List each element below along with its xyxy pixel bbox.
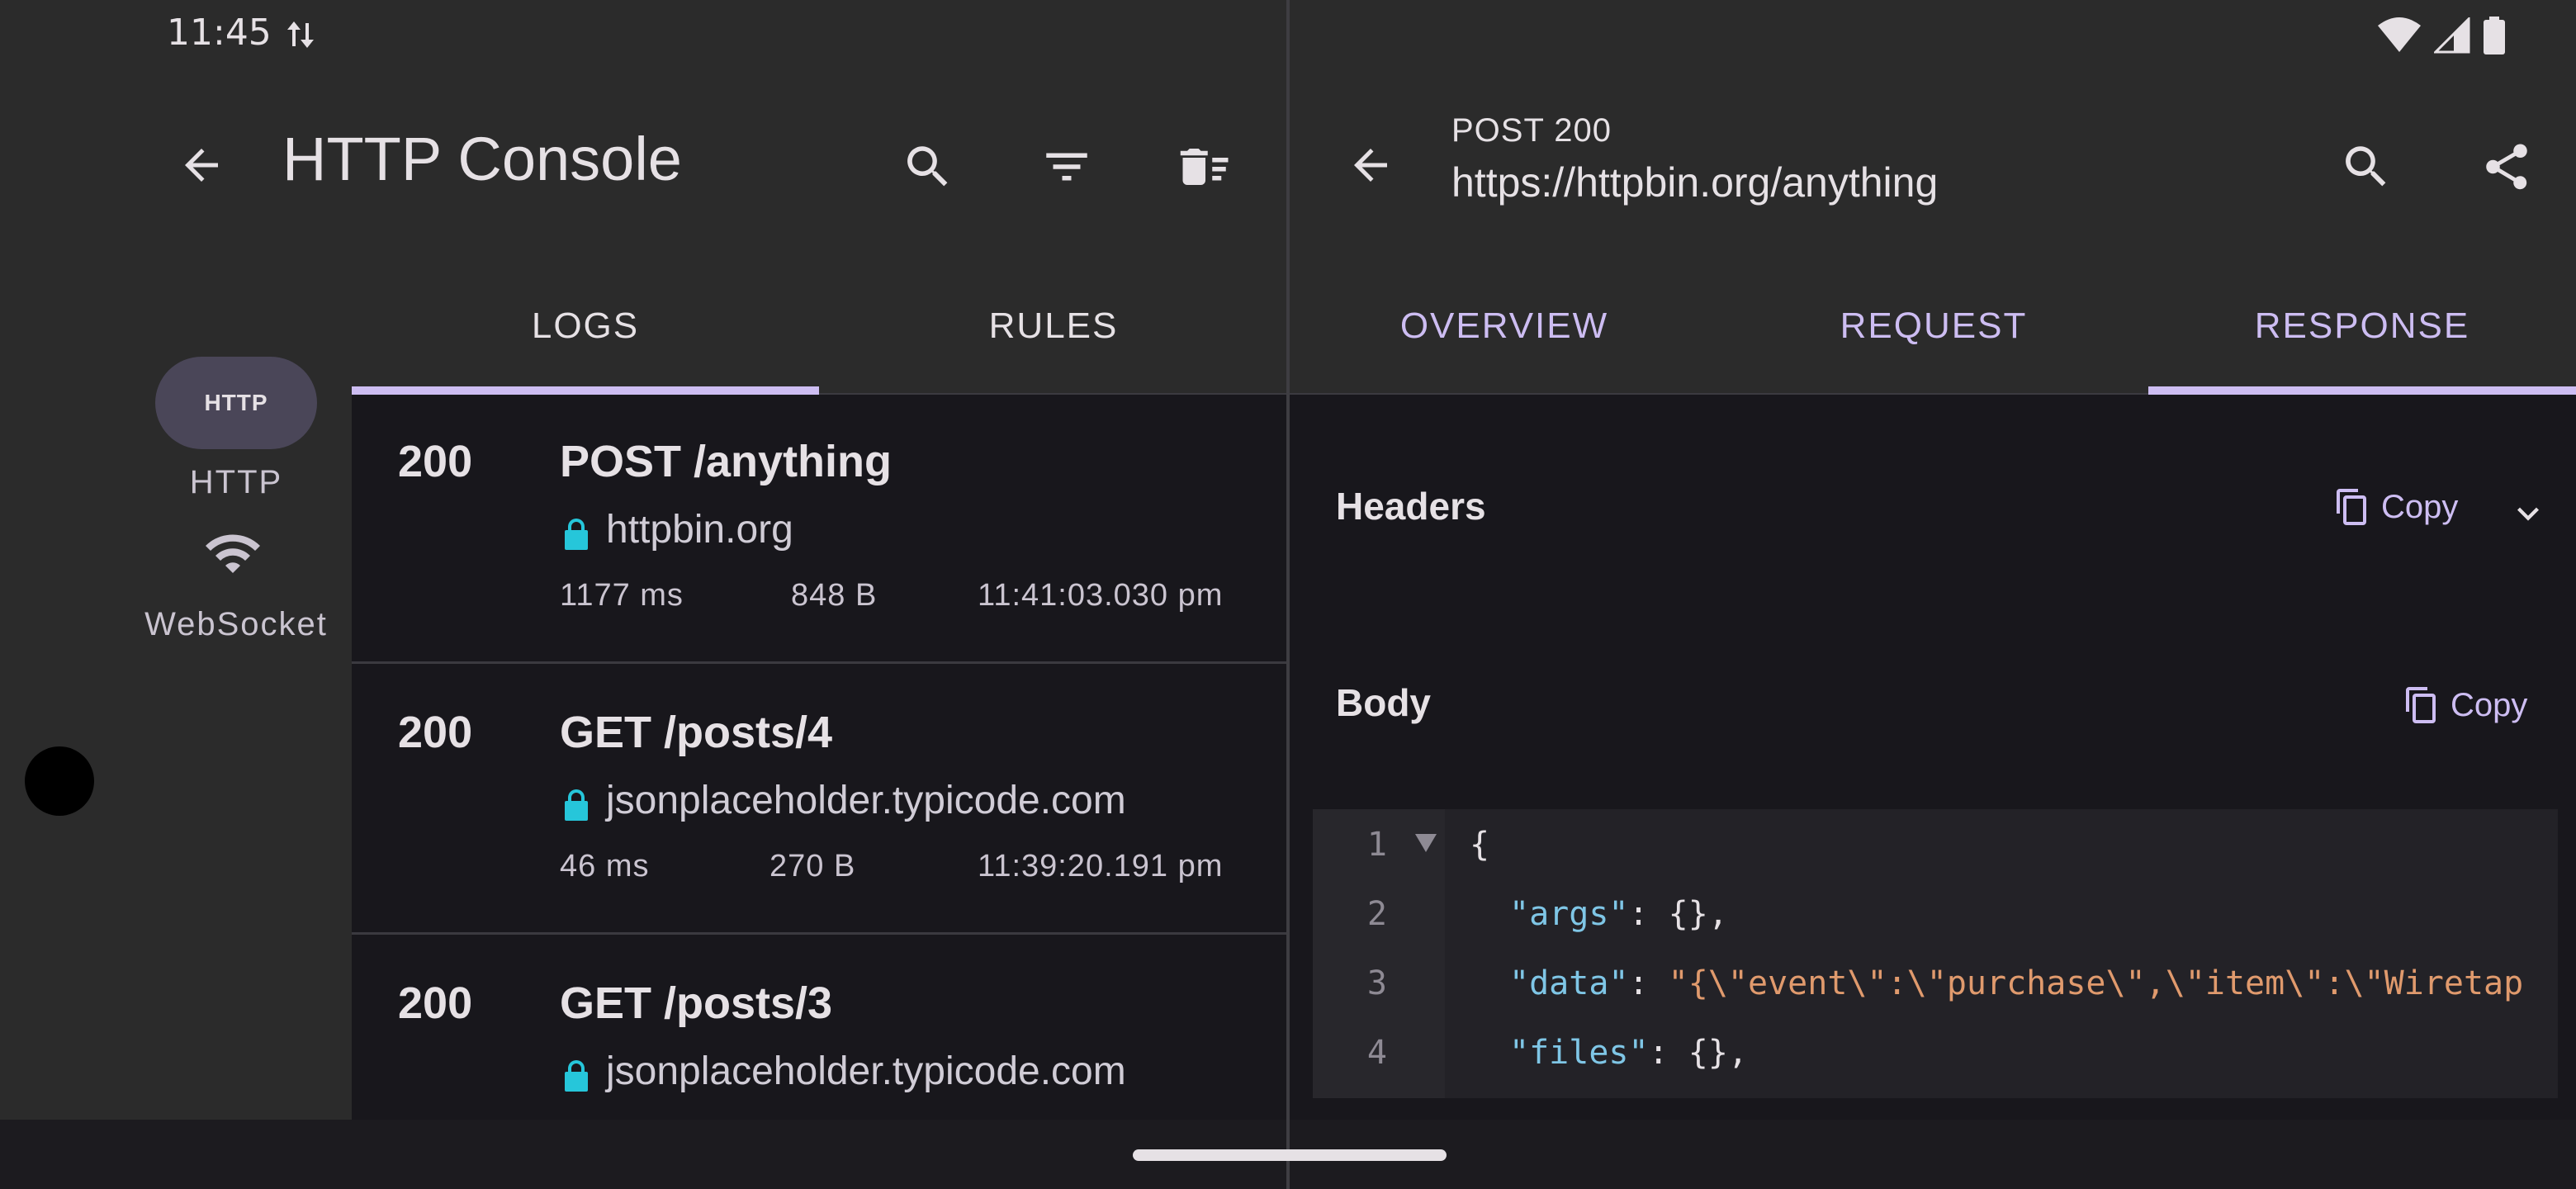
log-list: 200 POST /anything httpbin.org 1177 ms 8… (352, 395, 1288, 1120)
search-icon (907, 146, 948, 187)
copy-icon (2337, 489, 2366, 525)
nav-rail-websocket[interactable]: WebSocket (132, 523, 340, 647)
battery-icon (2484, 17, 2505, 54)
back-button[interactable] (1331, 126, 1410, 205)
line-number: 1 (1366, 826, 1387, 864)
gesture-navigation-bar[interactable] (1133, 1149, 1447, 1161)
nav-rail-http-label: HTTP (189, 464, 283, 500)
wifi-icon (2378, 17, 2421, 54)
request-time: 11:39:20.191 pm (978, 849, 1224, 883)
request-duration: 1177 ms (560, 578, 684, 613)
delete-all-button[interactable] (1164, 127, 1247, 206)
search-button[interactable] (888, 127, 968, 206)
back-icon (1354, 149, 1387, 182)
expand-headers-button[interactable] (2495, 481, 2561, 547)
request-time: 11:41:03.030 pm (978, 578, 1224, 613)
body-section-title: Body (1336, 681, 1431, 724)
request-path: GET /posts/4 (560, 708, 833, 757)
nav-rail: HTTP HTTP WebSocket (0, 258, 352, 1120)
line-number: 2 (1366, 895, 1387, 933)
status-time: 11:45 (167, 12, 272, 54)
line-number-gutter: 1 2 3 4 (1313, 809, 1445, 1098)
response-body-code[interactable]: 1 2 3 4 { "args": {}, "data": "{\"event\… (1313, 809, 2558, 1098)
request-host: httpbin.org (606, 508, 793, 552)
log-item[interactable]: 200 GET /posts/4 jsonplaceholder.typicod… (352, 666, 1288, 935)
lock-icon (563, 517, 590, 550)
lock-icon (563, 788, 590, 821)
response-size: 848 B (791, 578, 878, 613)
http-console-pane: HTTP Console HTTP HTTP WebSocket LOGS RU… (0, 69, 1288, 1120)
tab-rules[interactable]: RULES (819, 258, 1288, 395)
right-app-bar: POST 200 https://httpbin.org/anything (1290, 69, 2576, 258)
copy-headers-button[interactable]: Copy (2333, 487, 2458, 527)
tab-logs[interactable]: LOGS (352, 258, 819, 395)
line-number: 4 (1366, 1034, 1387, 1072)
request-path: POST /anything (560, 437, 893, 486)
tab-response[interactable]: RESPONSE (2148, 258, 2576, 395)
back-button[interactable] (162, 126, 241, 205)
request-duration: 46 ms (560, 849, 650, 883)
log-tabs: LOGS RULES (352, 258, 1288, 395)
code-line: "args": {}, (1509, 895, 1728, 933)
detail-tabs: OVERVIEW REQUEST RESPONSE (1290, 258, 2576, 395)
share-button[interactable] (2467, 127, 2546, 206)
tab-indicator (2148, 386, 2576, 395)
filter-icon (1046, 153, 1087, 181)
back-icon (185, 149, 218, 182)
copy-body-button[interactable]: Copy (2403, 685, 2527, 725)
status-code: 200 (398, 978, 473, 1028)
request-host: jsonplaceholder.typicode.com (606, 1049, 1126, 1093)
left-app-bar: HTTP Console (0, 69, 1288, 258)
request-path: GET /posts/3 (560, 978, 833, 1028)
filter-button[interactable] (1027, 127, 1106, 206)
chevron-down-icon (2517, 507, 2539, 521)
search-button[interactable] (2327, 127, 2406, 206)
share-icon (2486, 144, 2527, 190)
wifi-icon (203, 523, 263, 583)
log-item[interactable]: 200 GET /posts/3 jsonplaceholder.typicod… (352, 936, 1288, 1120)
lock-icon (563, 1059, 590, 1092)
detail-url: https://httpbin.org/anything (1451, 159, 1939, 206)
tab-request[interactable]: REQUEST (1719, 258, 2148, 395)
nav-rail-http[interactable]: HTTP (155, 357, 317, 449)
camera-cutout (25, 746, 94, 816)
fold-triangle-icon[interactable] (1415, 834, 1437, 852)
code-line: "data": "{\"event\":\"purchase\",\"item\… (1509, 964, 2524, 1002)
copy-label: Copy (2451, 686, 2528, 723)
tab-indicator (352, 386, 819, 395)
search-icon (2346, 146, 2386, 187)
nav-rail-websocket-label: WebSocket (144, 606, 328, 642)
tab-overview[interactable]: OVERVIEW (1290, 258, 1719, 395)
response-size: 270 B (769, 849, 856, 883)
status-code: 200 (398, 437, 473, 486)
page-title: HTTP Console (282, 125, 682, 193)
status-code: 200 (398, 708, 473, 757)
code-line: { (1470, 826, 1490, 864)
line-number: 3 (1366, 964, 1387, 1002)
code-line: "files": {}, (1509, 1034, 1748, 1072)
copy-label: Copy (2381, 488, 2459, 525)
log-item[interactable]: 200 POST /anything httpbin.org 1177 ms 8… (352, 395, 1288, 664)
delete-sweep-icon (1180, 149, 1229, 185)
request-host: jsonplaceholder.typicode.com (606, 779, 1126, 822)
signal-icon (2434, 17, 2470, 54)
data-transfer-icon (286, 18, 315, 51)
transaction-detail-pane: POST 200 https://httpbin.org/anything OV… (1290, 69, 2576, 1120)
detail-status-line: POST 200 (1451, 112, 1612, 149)
copy-icon (2406, 687, 2436, 723)
headers-section-title: Headers (1336, 485, 1486, 528)
